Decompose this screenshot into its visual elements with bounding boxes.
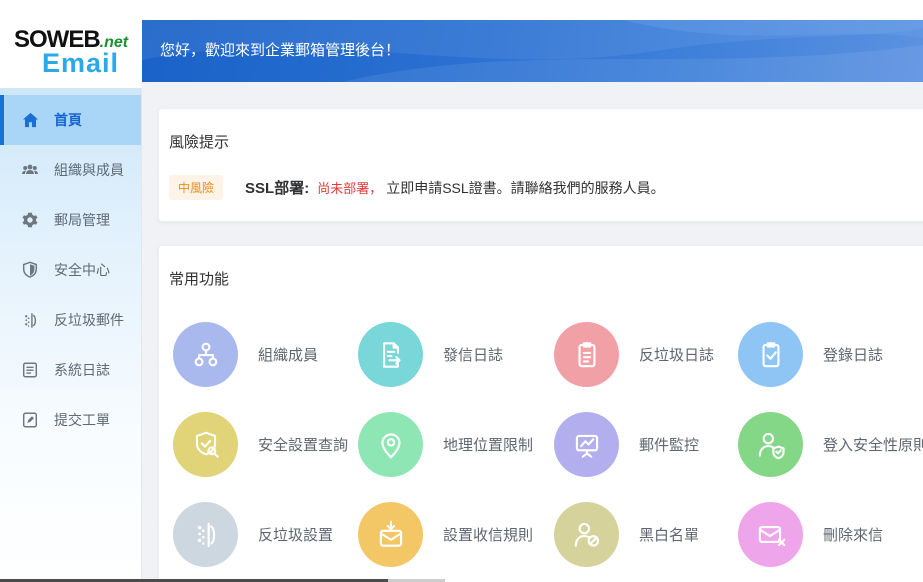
common-functions-card: 常用功能 組織成員 發信日誌 反垃圾日誌 登錄日誌 bbox=[158, 245, 923, 582]
sidebar-item-antispam[interactable]: 反垃圾郵件 bbox=[0, 295, 141, 345]
delete-mail-icon bbox=[738, 502, 803, 567]
geo-limit-icon bbox=[358, 412, 423, 477]
function-label: 刪除來信 bbox=[823, 524, 883, 545]
header-banner: 您好，歡迎來到企業郵箱管理後台！ bbox=[142, 20, 923, 82]
function-login-log[interactable]: 登錄日誌 bbox=[738, 322, 923, 387]
sidebar-nav: 首頁 組織與成員 郵局管理 安全中心 反垃圾郵件 系統日誌 提交工單 bbox=[0, 88, 142, 582]
function-label: 發信日誌 bbox=[443, 344, 503, 365]
antispam-icon bbox=[20, 310, 40, 330]
main-content: 風險提示 中風險 SSL部署: 尚未部署， 立即申請SSL證書。請聯絡我們的服務… bbox=[142, 82, 923, 582]
function-label: 反垃圾日誌 bbox=[639, 344, 714, 365]
sidebar-item-label: 提交工單 bbox=[54, 410, 110, 430]
function-geo-limit[interactable]: 地理位置限制 bbox=[358, 412, 554, 477]
function-org-members[interactable]: 組織成員 bbox=[173, 322, 358, 387]
login-log-icon bbox=[738, 322, 803, 387]
functions-card-title: 常用功能 bbox=[159, 246, 923, 289]
receive-rule-icon bbox=[358, 502, 423, 567]
top-strip bbox=[142, 0, 923, 20]
sidebar-item-label: 系統日誌 bbox=[54, 360, 110, 380]
function-label: 設置收信規則 bbox=[443, 524, 533, 545]
functions-grid: 組織成員 發信日誌 反垃圾日誌 登錄日誌 安全設置查詢 bbox=[159, 322, 923, 567]
login-policy-icon bbox=[738, 412, 803, 477]
risk-item-label: SSL部署: bbox=[245, 177, 309, 198]
function-label: 登錄日誌 bbox=[823, 344, 883, 365]
mail-monitor-icon bbox=[554, 412, 619, 477]
sidebar-item-security-center[interactable]: 安全中心 bbox=[0, 245, 141, 295]
sidebar-item-label: 安全中心 bbox=[54, 260, 110, 280]
header-greeting: 您好，歡迎來到企業郵箱管理後台！ bbox=[160, 20, 400, 82]
function-label: 郵件監控 bbox=[639, 434, 699, 455]
risk-row: 中風險 SSL部署: 尚未部署， 立即申請SSL證書。請聯絡我們的服務人員。 bbox=[169, 175, 923, 200]
risk-status-text: 尚未部署， bbox=[317, 178, 382, 197]
function-mail-monitor[interactable]: 郵件監控 bbox=[554, 412, 738, 477]
users-icon bbox=[20, 160, 40, 180]
function-label: 組織成員 bbox=[258, 344, 318, 365]
risk-alert-card: 風險提示 中風險 SSL部署: 尚未部署， 立即申請SSL證書。請聯絡我們的服務… bbox=[158, 108, 923, 222]
email-admin-console: SOWEB.net Email 您好，歡迎來到企業郵箱管理後台！ 首頁 組織與成… bbox=[0, 0, 923, 582]
function-receive-rules[interactable]: 設置收信規則 bbox=[358, 502, 554, 567]
function-antispam-log[interactable]: 反垃圾日誌 bbox=[554, 322, 738, 387]
sidebar-item-label: 反垃圾郵件 bbox=[54, 310, 124, 330]
home-icon bbox=[20, 110, 40, 130]
sidebar-item-postoffice-mgmt[interactable]: 郵局管理 bbox=[0, 195, 141, 245]
function-login-policy[interactable]: 登入安全性原則 bbox=[738, 412, 923, 477]
function-delete-incoming[interactable]: 刪除來信 bbox=[738, 502, 923, 567]
function-blacklist-whitelist[interactable]: 黑白名單 bbox=[554, 502, 738, 567]
function-label: 登入安全性原則 bbox=[823, 434, 923, 455]
ticket-icon bbox=[20, 410, 40, 430]
logo: SOWEB.net Email bbox=[0, 0, 142, 88]
antispam-set-icon bbox=[173, 502, 238, 567]
function-security-query[interactable]: 安全設置查詢 bbox=[173, 412, 358, 477]
risk-description: 立即申請SSL證書。請聯絡我們的服務人員。 bbox=[386, 178, 664, 198]
risk-card-title: 風險提示 bbox=[159, 109, 923, 152]
gear-icon bbox=[20, 210, 40, 230]
send-log-icon bbox=[358, 322, 423, 387]
sidebar-item-system-log[interactable]: 系統日誌 bbox=[0, 345, 141, 395]
sidebar-item-label: 組織與成員 bbox=[54, 160, 124, 180]
shield-icon bbox=[20, 260, 40, 280]
function-label: 黑白名單 bbox=[639, 524, 699, 545]
function-label: 地理位置限制 bbox=[443, 434, 533, 455]
logo-product: Email bbox=[42, 48, 119, 79]
org-chart-icon bbox=[173, 322, 238, 387]
antispam-log-icon bbox=[554, 322, 619, 387]
function-send-log[interactable]: 發信日誌 bbox=[358, 322, 554, 387]
security-query-icon bbox=[173, 412, 238, 477]
function-label: 反垃圾設置 bbox=[258, 524, 333, 545]
blacklist-icon bbox=[554, 502, 619, 567]
sidebar-item-home[interactable]: 首頁 bbox=[0, 95, 141, 145]
risk-level-badge: 中風險 bbox=[169, 175, 223, 200]
log-icon bbox=[20, 360, 40, 380]
sidebar-item-label: 首頁 bbox=[54, 110, 82, 130]
function-antispam-settings[interactable]: 反垃圾設置 bbox=[173, 502, 358, 567]
sidebar-item-label: 郵局管理 bbox=[54, 210, 110, 230]
sidebar-item-submit-ticket[interactable]: 提交工單 bbox=[0, 395, 141, 445]
sidebar-item-org-members[interactable]: 組織與成員 bbox=[0, 145, 141, 195]
function-label: 安全設置查詢 bbox=[258, 434, 348, 455]
